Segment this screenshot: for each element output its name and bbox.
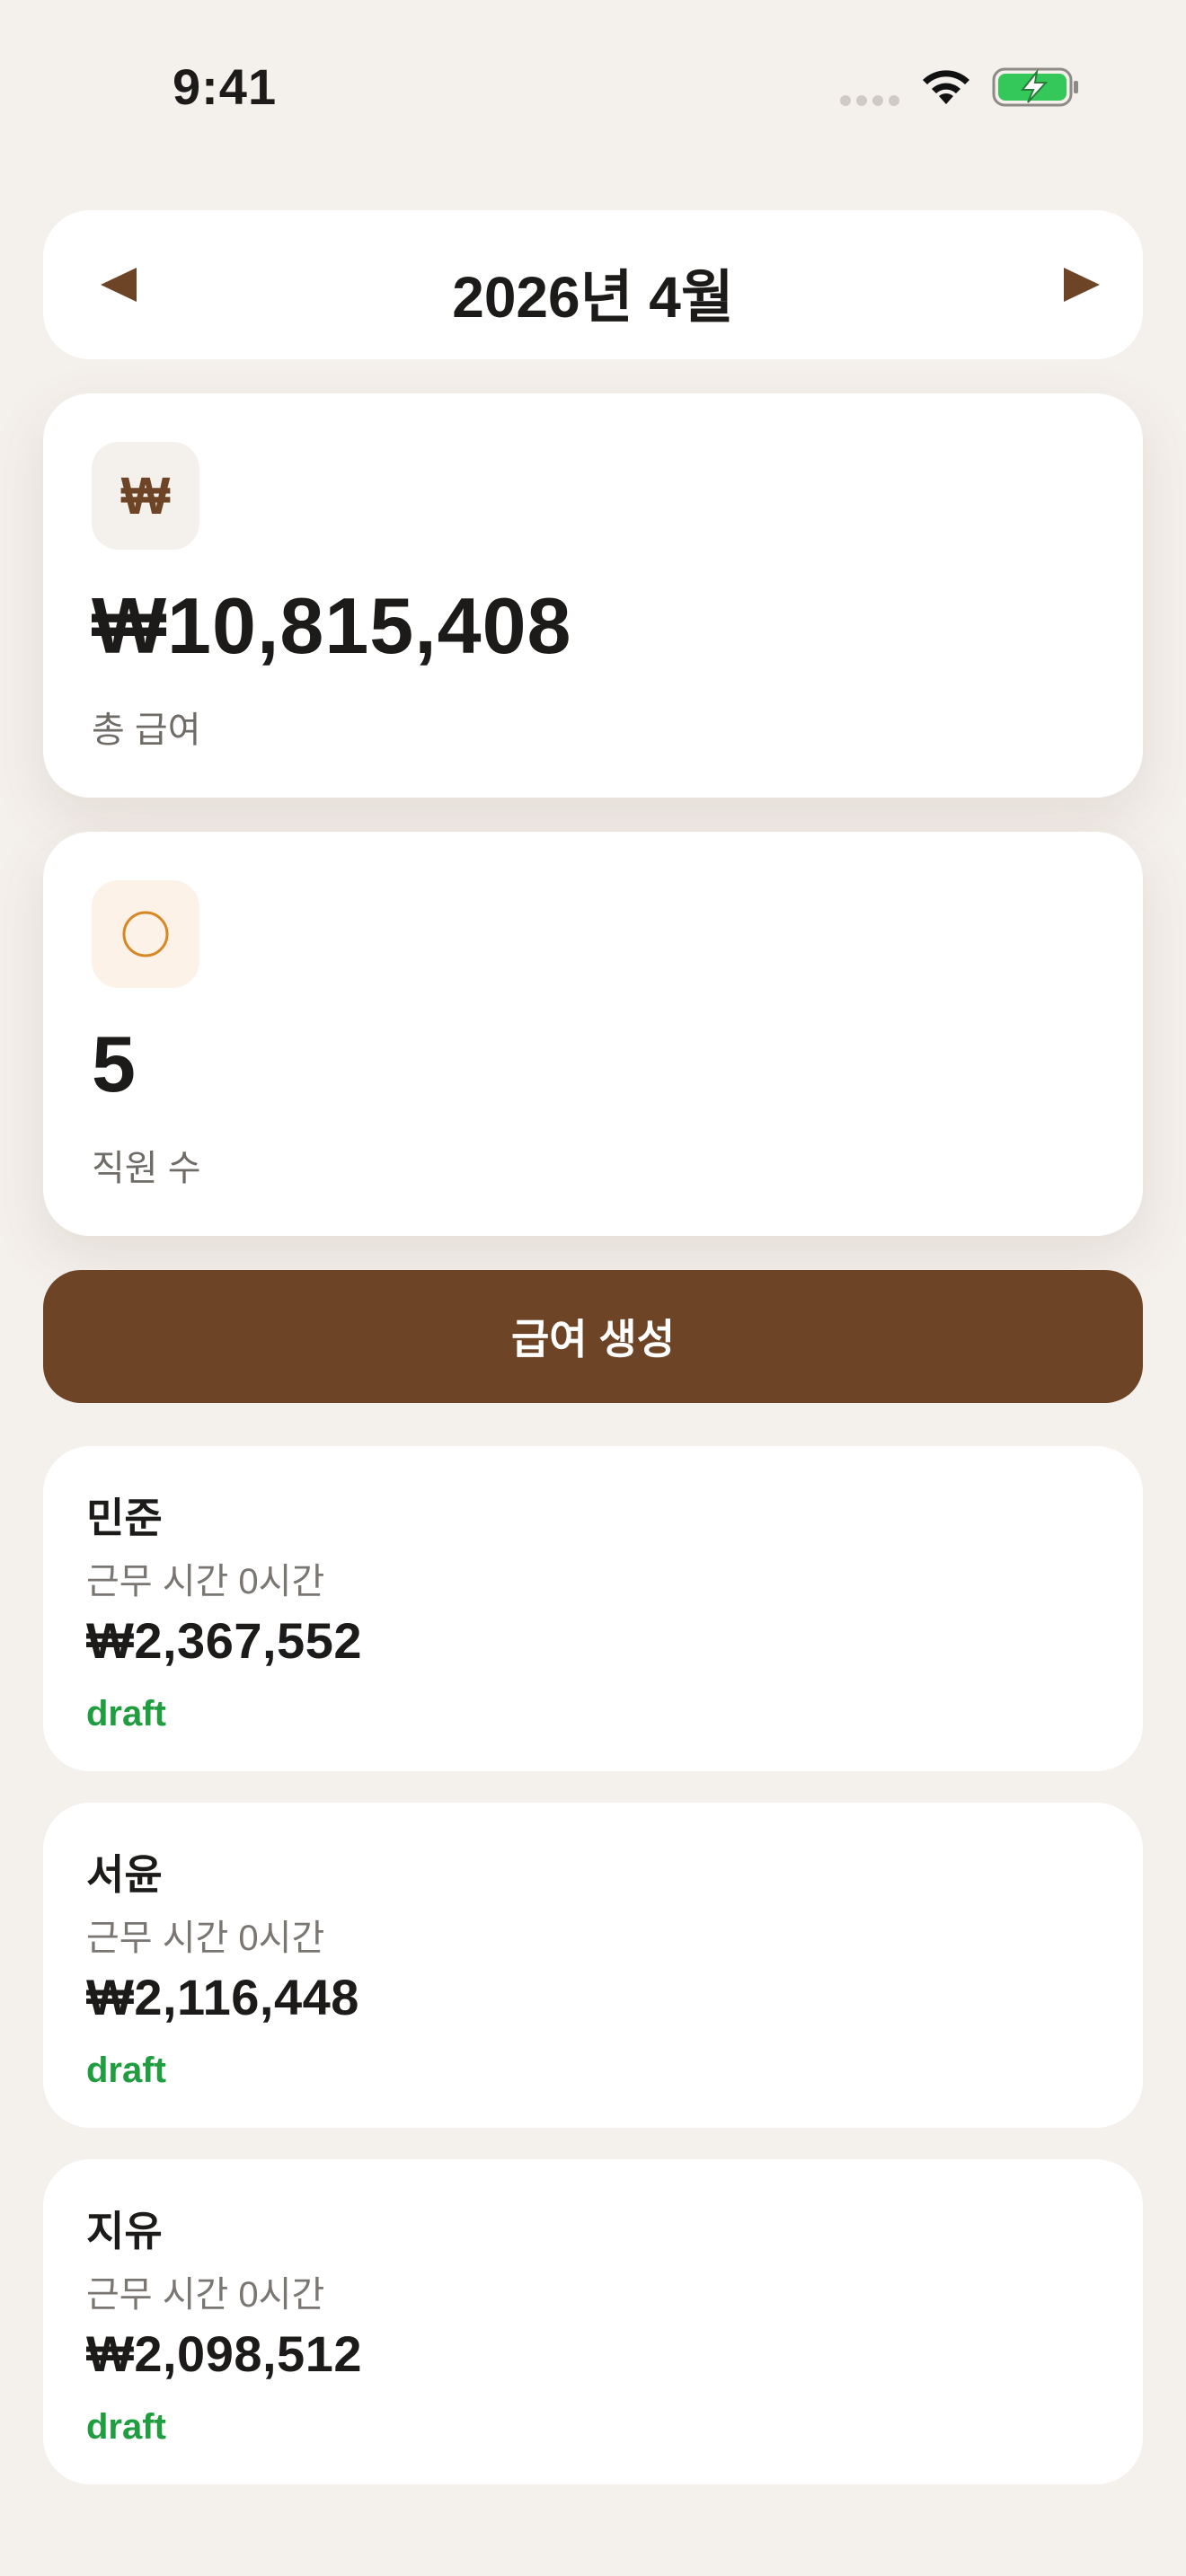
employee-card[interactable]: 지유 근무 시간 0시간 ₩2,098,512 draft: [43, 2159, 1143, 2484]
wifi-icon: [923, 70, 969, 104]
employee-count-value: 5: [92, 1019, 137, 1108]
status-badge: draft: [86, 2051, 166, 2090]
total-pay-card: ₩ ₩10,815,408 총 급여: [43, 393, 1143, 798]
employee-count-card: 5 직원 수: [43, 832, 1143, 1236]
employee-count-label: 직원 수: [92, 1149, 201, 1188]
circle-outline-icon: [92, 880, 199, 988]
employee-name: 지유: [86, 2208, 163, 2254]
employee-pay-amount: ₩2,098,512: [86, 2325, 362, 2382]
status-badge: draft: [86, 2407, 166, 2447]
triangle-right-icon: [1064, 268, 1100, 302]
employee-card[interactable]: 민준 근무 시간 0시간 ₩2,367,552 draft: [43, 1446, 1143, 1771]
battery-charging-icon: [992, 67, 1078, 107]
employee-card[interactable]: 서윤 근무 시간 0시간 ₩2,116,448 draft: [43, 1803, 1143, 2128]
employee-name: 서윤: [86, 1851, 163, 1898]
status-bar: 9:41: [0, 0, 1186, 171]
employee-name: 민준: [86, 1495, 163, 1541]
status-time: 9:41: [173, 58, 278, 115]
employee-hours: 근무 시간 0시간: [86, 1562, 325, 1601]
employee-pay-amount: ₩2,367,552: [86, 1612, 362, 1669]
month-selector: 2026년 4월: [43, 210, 1143, 359]
month-title: 2026년 4월: [452, 265, 734, 330]
total-pay-value: ₩10,815,408: [92, 581, 572, 670]
employee-hours: 근무 시간 0시간: [86, 1919, 325, 1958]
won-sign-icon: ₩: [92, 442, 199, 550]
employee-pay-amount: ₩2,116,448: [86, 1969, 359, 2025]
generate-payroll-button[interactable]: 급여 생성: [43, 1270, 1143, 1403]
total-pay-label: 총 급여: [92, 710, 201, 750]
status-badge: draft: [86, 1694, 166, 1734]
cellular-signal-icon: [840, 95, 899, 106]
next-month-button[interactable]: [1046, 255, 1118, 314]
employee-hours: 근무 시간 0시간: [86, 2275, 325, 2315]
